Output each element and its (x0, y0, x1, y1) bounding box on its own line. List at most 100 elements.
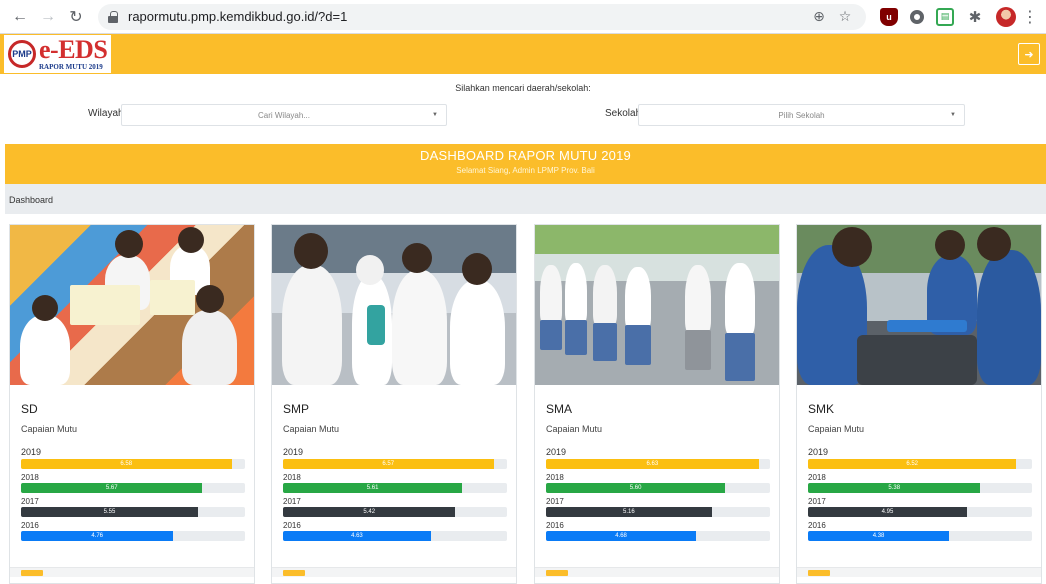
card-sma[interactable]: SMA Capaian Mutu 2019 6.63 2018 5.60 201… (534, 224, 780, 584)
breadcrumb-item-dashboard[interactable]: Dashboard (9, 195, 53, 205)
app-logo[interactable]: PMP e-EDS RAPOR MUTU 2019 (4, 35, 112, 73)
profile-avatar[interactable] (996, 6, 1016, 27)
detail-button[interactable] (283, 570, 305, 576)
card-caption: Capaian Mutu (283, 424, 340, 434)
card-caption: Capaian Mutu (808, 424, 865, 434)
extension-green-icon[interactable]: ▤ (936, 7, 954, 26)
breadcrumb: Dashboard (5, 184, 1046, 214)
logo-title: e-EDS (39, 35, 108, 64)
detail-button[interactable] (546, 570, 568, 576)
year-label: 2019 (283, 447, 304, 457)
progress-fill: 6.58 (21, 459, 232, 469)
url-text[interactable]: rapormutu.pmp.kemdikbud.go.id/?d=1 (128, 9, 804, 24)
year-label: 2017 (546, 497, 564, 506)
year-label: 2018 (283, 473, 301, 482)
progress-bar: 5.60 (546, 483, 770, 493)
reload-icon[interactable]: ↻ (64, 5, 88, 29)
progress-bar: 4.38 (808, 531, 1032, 541)
year-label: 2019 (21, 447, 42, 457)
year-label: 2016 (283, 521, 301, 530)
detail-button[interactable] (21, 570, 43, 576)
progress-bar: 4.76 (21, 531, 245, 541)
card-caption: Capaian Mutu (21, 424, 78, 434)
progress-fill: 5.55 (21, 507, 198, 517)
year-label: 2016 (808, 521, 826, 530)
puzzle-icon[interactable]: ✱ (966, 8, 984, 26)
card-footer (797, 567, 1041, 577)
browser-toolbar: ← → ↻ rapormutu.pmp.kemdikbud.go.id/?d=1… (0, 0, 1046, 34)
progress-bar: 5.67 (21, 483, 245, 493)
zoom-icon[interactable]: ⊕ (808, 6, 830, 28)
school-label: Sekolah (605, 108, 642, 119)
page-title: DASHBOARD RAPOR MUTU 2019 (420, 148, 631, 163)
progress-fill: 4.38 (808, 531, 950, 541)
card-image-sma (535, 225, 779, 385)
progress-list: 2019 6.63 2018 5.60 2017 5.16 2016 4.68 (546, 447, 770, 545)
year-label: 2017 (808, 497, 826, 506)
progress-bar: 6.63 (546, 459, 770, 469)
star-icon[interactable]: ☆ (834, 6, 856, 28)
address-bar[interactable]: rapormutu.pmp.kemdikbud.go.id/?d=1 ⊕ ☆ (98, 3, 866, 30)
app-header: PMP e-EDS RAPOR MUTU 2019 ➜ (0, 34, 1046, 74)
progress-bar: 5.16 (546, 507, 770, 517)
progress-fill: 4.68 (546, 531, 697, 541)
card-grid: SD Capaian Mutu 2019 6.58 2018 5.67 2017… (9, 224, 1046, 584)
progress-fill: 5.38 (808, 483, 981, 493)
progress-bar: 5.38 (808, 483, 1032, 493)
year-label: 2018 (808, 473, 826, 482)
forward-icon[interactable]: → (36, 5, 60, 29)
year-label: 2019 (808, 447, 829, 457)
school-select[interactable]: Pilih Sekolah ▼ (638, 104, 965, 126)
card-title: SD (21, 402, 38, 416)
progress-fill: 4.76 (21, 531, 174, 541)
logout-button[interactable]: ➜ (1018, 43, 1040, 65)
card-caption: Capaian Mutu (546, 424, 603, 434)
chevron-down-icon: ▼ (432, 112, 438, 118)
year-label: 2018 (21, 473, 39, 482)
region-select[interactable]: Cari Wilayah... ▼ (121, 104, 447, 126)
card-footer (272, 567, 516, 577)
extension-ring-icon[interactable] (910, 9, 924, 24)
progress-bar: 6.58 (21, 459, 245, 469)
progress-bar: 4.95 (808, 507, 1032, 517)
detail-button[interactable] (808, 570, 830, 576)
progress-fill: 5.60 (546, 483, 726, 493)
chevron-down-icon: ▼ (950, 112, 956, 118)
search-panel: Silahkan mencari daerah/sekolah: Wilayah… (0, 74, 1046, 144)
ublock-icon[interactable]: u (880, 7, 898, 26)
card-smk[interactable]: SMK Capaian Mutu 2019 6.52 2018 5.38 201… (796, 224, 1042, 584)
progress-fill: 5.67 (21, 483, 203, 493)
menu-icon[interactable]: ⋮ (1022, 7, 1038, 27)
year-label: 2018 (546, 473, 564, 482)
progress-bar: 5.61 (283, 483, 507, 493)
card-title: SMK (808, 402, 835, 416)
progress-bar: 6.52 (808, 459, 1032, 469)
logo-badge: PMP (8, 40, 36, 68)
year-label: 2017 (283, 497, 301, 506)
region-label: Wilayah (88, 108, 124, 119)
search-hint: Silahkan mencari daerah/sekolah: (455, 83, 591, 93)
card-title: SMA (546, 402, 573, 416)
progress-fill: 5.61 (283, 483, 463, 493)
progress-fill: 6.57 (283, 459, 494, 469)
year-label: 2019 (546, 447, 567, 457)
card-title: SMP (283, 402, 310, 416)
card-footer (535, 567, 779, 577)
card-image-smk (797, 225, 1041, 385)
progress-fill: 6.63 (546, 459, 759, 469)
greeting-text: Selamat Siang, Admin LPMP Prov. Bali (456, 166, 595, 175)
region-placeholder: Cari Wilayah... (257, 110, 310, 120)
dashboard-banner: DASHBOARD RAPOR MUTU 2019 Selamat Siang,… (5, 144, 1046, 184)
progress-bar: 6.57 (283, 459, 507, 469)
year-label: 2016 (21, 521, 39, 530)
back-icon[interactable]: ← (8, 5, 32, 29)
card-smp[interactable]: SMP Capaian Mutu 2019 6.57 2018 5.61 201… (271, 224, 517, 584)
card-image-sd (10, 225, 254, 385)
progress-fill: 4.95 (808, 507, 968, 517)
card-footer (10, 567, 254, 577)
progress-fill: 4.63 (283, 531, 431, 541)
card-sd[interactable]: SD Capaian Mutu 2019 6.58 2018 5.67 2017… (9, 224, 255, 584)
progress-bar: 4.63 (283, 531, 507, 541)
lock-icon[interactable] (108, 10, 118, 23)
progress-bar: 5.55 (21, 507, 245, 517)
